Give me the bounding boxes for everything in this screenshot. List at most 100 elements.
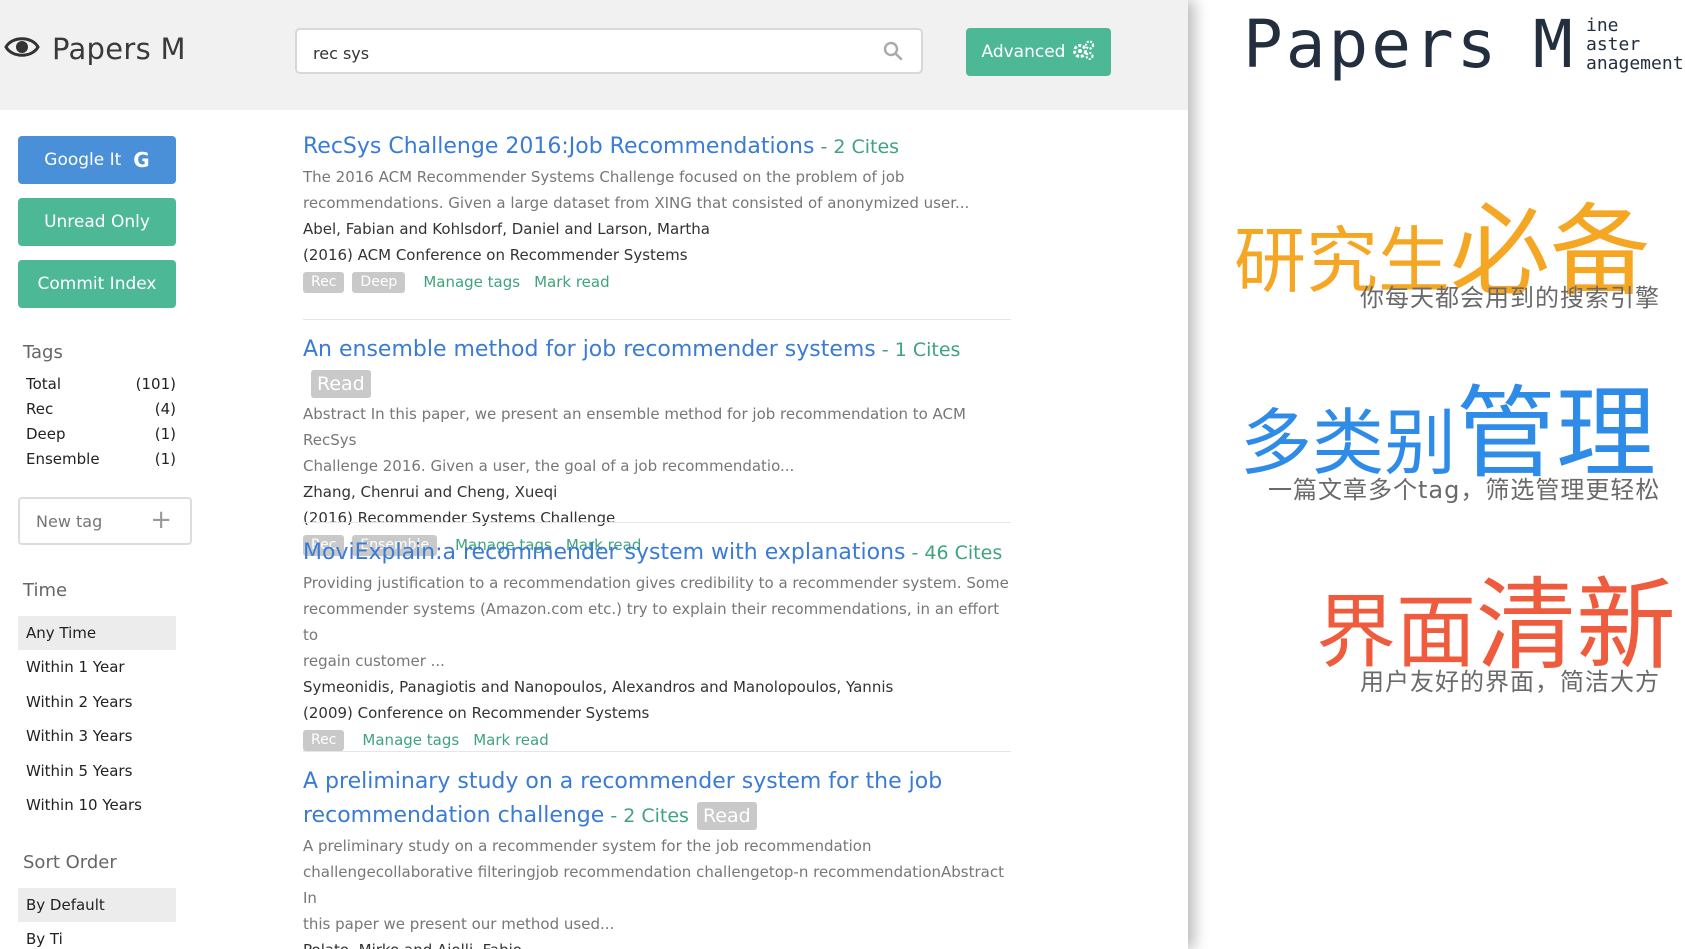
tag-chip[interactable]: Deep [352,271,406,293]
result-item: A preliminary study on a recommender sys… [303,765,1011,949]
result-actions: Rec Deep Manage tags Mark read [303,269,1011,295]
google-g-icon: G [133,148,150,172]
tag-item-ensemble[interactable]: Ensemble (1) [26,450,176,468]
brand[interactable]: Papers M [4,32,186,66]
time-option-10y[interactable]: Within 10 Years [18,788,176,822]
cites-count: - 46 Cites [905,542,1003,564]
slogan-3-sub: 用户友好的界面，简洁大方 [1360,668,1660,696]
result-abstract: The 2016 ACM Recommender Systems Challen… [303,164,1011,216]
search-input[interactable] [311,40,855,66]
commit-index-label: Commit Index [37,274,157,294]
mark-read-link[interactable]: Mark read [473,727,549,753]
divider [303,522,1011,523]
sort-heading: Sort Order [23,852,117,873]
time-option-3y[interactable]: Within 3 Years [18,719,176,753]
tag-item-rec[interactable]: Rec (4) [26,400,176,418]
cites-count: - 1 Cites [875,339,961,361]
tag-chip[interactable]: Rec [303,271,345,293]
top-bar: Papers M Advanced [0,0,1188,110]
promo-sub-line: aster [1586,34,1641,55]
result-abstract: Providing justification to a recommendat… [303,570,1011,674]
result-item: RecSys Challenge 2016:Job Recommendation… [303,130,1011,295]
new-tag-box: + [18,497,192,545]
time-heading: Time [23,580,68,601]
unread-only-label: Unread Only [44,212,150,232]
new-tag-input[interactable] [34,511,148,532]
abstract-line: Abstract In this paper, we present an en… [303,405,966,449]
advanced-button[interactable]: Advanced [966,28,1111,76]
abstract-line: regain customer ... [303,652,445,670]
tag-count: (101) [135,375,176,393]
tag-item-total[interactable]: Total (101) [26,375,176,393]
result-actions: Rec Manage tags Mark read [303,727,1011,753]
search-icon[interactable] [883,41,903,61]
tag-name: Total [26,375,62,393]
result-title-link[interactable]: A preliminary study on a recommender sys… [303,765,1011,799]
promo-sub-line: anagement [1586,53,1684,74]
result-authors: Symeonidis, Panagiotis and Nanopoulos, A… [303,678,894,696]
tag-count: (1) [154,450,176,468]
slogan-2-sub: 一篇文章多个tag，筛选管理更轻松 [1268,476,1661,504]
abstract-line: The 2016 ACM Recommender Systems Challen… [303,168,905,186]
eye-icon [4,32,40,66]
tag-name: Rec [26,400,54,418]
tag-name: Ensemble [26,450,100,468]
result-venue: (2009) Conference on Recommender Systems [303,704,650,722]
google-it-button[interactable]: Google It G [18,136,176,184]
result-title-link[interactable]: RecSys Challenge 2016:Job Recommendation… [303,134,814,159]
result-authors: Abel, Fabian and Kohlsdorf, Daniel and L… [303,220,710,238]
manage-tags-link[interactable]: Manage tags [423,269,520,295]
advanced-label: Advanced [981,42,1066,62]
tag-count: (1) [154,425,176,443]
plus-icon[interactable]: + [150,507,172,533]
divider [303,319,1011,320]
result-authors: Polato, Mirko and Aiolli, Fabio [303,937,1011,949]
cites-count: - 2 Cites [604,805,689,827]
mark-read-link[interactable]: Mark read [534,269,610,295]
result-title-link[interactable]: MoviExplain:a recommender system with ex… [303,540,905,565]
brand-name: Papers M [52,32,186,66]
tag-name: Deep [26,425,66,443]
time-option-2y[interactable]: Within 2 Years [18,685,176,719]
time-option-5y[interactable]: Within 5 Years [18,754,176,788]
tag-chip[interactable]: Rec [303,729,345,751]
unread-only-button[interactable]: Unread Only [18,198,176,246]
time-option-any[interactable]: Any Time [18,616,176,650]
result-venue: (2016) ACM Conference on Recommender Sys… [303,246,688,264]
divider [303,751,1011,752]
search-box[interactable] [295,28,923,74]
abstract-line: Providing justification to a recommendat… [303,574,1009,592]
sort-option-default[interactable]: By Default [18,888,176,922]
abstract-line: challengecollaborative filteringjob reco… [303,863,1004,907]
manage-tags-link[interactable]: Manage tags [362,727,459,753]
result-authors: Zhang, Chenrui and Cheng, Xueqi [303,483,558,501]
tag-count: (4) [154,400,176,418]
result-item: An ensemble method for job recommender s… [303,333,1011,558]
slogan-1-sub: 你每天都会用到的搜索引擎 [1360,284,1660,312]
cites-count: - 2 Cites [814,136,900,158]
result-venue: (2016) Recommender Systems Challenge [303,509,616,527]
abstract-line: this paper we present our method used... [303,915,615,933]
tags-heading: Tags [23,342,63,363]
promo-title: Papers [1243,6,1500,83]
abstract-line: A preliminary study on a recommender sys… [303,837,872,855]
result-abstract: Abstract In this paper, we present an en… [303,401,1011,479]
promo-sub-line: ine [1586,15,1619,36]
gears-icon [1071,39,1095,66]
time-option-1y[interactable]: Within 1 Year [18,650,176,684]
tag-item-deep[interactable]: Deep (1) [26,425,176,443]
result-title-link[interactable]: An ensemble method for job recommender s… [303,337,876,362]
commit-index-button[interactable]: Commit Index [18,260,176,308]
abstract-line: recommender systems (Amazon.com etc.) tr… [303,600,1000,644]
sort-option-title[interactable]: By Ti [18,922,176,949]
result-abstract: A preliminary study on a recommender sys… [303,833,1011,937]
app-window: Papers M Advanced Google It G Unread Onl… [0,0,1188,949]
read-badge: Read [311,370,371,398]
google-it-label: Google It [44,150,122,170]
result-title-link-cont[interactable]: recommendation challenge [303,803,604,828]
abstract-line: recommendations. Given a large dataset f… [303,194,970,212]
abstract-line: Challenge 2016. Given a user, the goal o… [303,457,795,475]
result-item: MoviExplain:a recommender system with ex… [303,536,1011,753]
read-badge: Read [696,802,757,830]
promo-m: M [1533,6,1573,83]
